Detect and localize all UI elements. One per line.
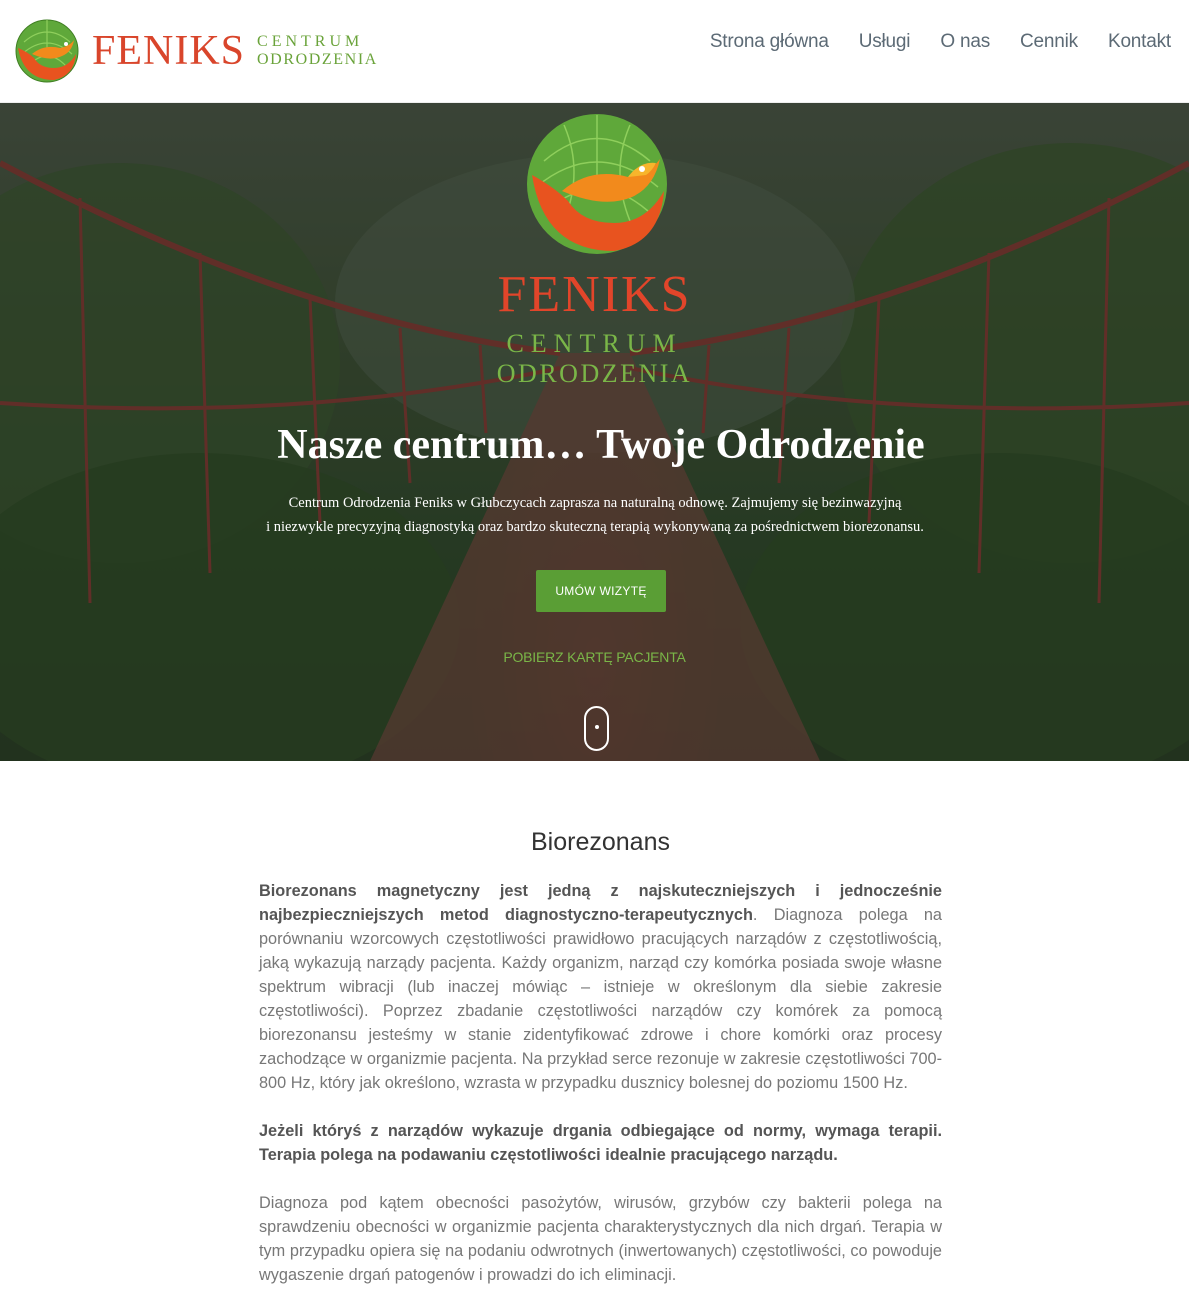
scroll-down-icon[interactable] xyxy=(584,706,609,751)
logo-subtitle-line2: ODRODZENIA xyxy=(257,51,378,68)
hero-description-line2: i niezwykle precyzyjną diagnostyką oraz … xyxy=(266,519,924,535)
hero-subtitle-line2: ODRODZENIA xyxy=(496,359,693,388)
scroll-dot xyxy=(595,725,599,729)
hero-subtitle-line1: CENTRUM xyxy=(506,329,683,358)
main-nav: Strona główna Usługi O nas Cennik Kontak… xyxy=(710,31,1171,53)
book-visit-button[interactable]: UMÓW WIZYTĘ xyxy=(536,570,666,612)
biorezonans-section: Biorezonans Biorezonans magnetyczny jest… xyxy=(259,828,942,1311)
logo-wordmark: FENIKS xyxy=(92,28,246,74)
phoenix-logo-icon xyxy=(15,19,79,83)
nav-item-pricing[interactable]: Cennik xyxy=(1020,31,1078,53)
logo-subtitle-line1: CENTRUM xyxy=(257,33,364,50)
hero-wordmark: FENIKS xyxy=(497,266,692,323)
section-heading: Biorezonans xyxy=(531,828,670,856)
nav-item-contact[interactable]: Kontakt xyxy=(1108,31,1171,53)
site-logo[interactable]: FENIKS CENTRUM ODRODZENIA xyxy=(14,18,378,84)
phoenix-emblem-icon xyxy=(527,114,667,254)
hero-description-line1: Centrum Odrodzenia Feniks w Głubczycach … xyxy=(288,495,902,511)
download-patient-card-link[interactable]: POBIERZ KARTĘ PACJENTA xyxy=(0,649,1189,665)
nav-item-services[interactable]: Usługi xyxy=(859,31,911,53)
nav-item-home[interactable]: Strona główna xyxy=(710,31,829,53)
nav-item-about[interactable]: O nas xyxy=(940,31,990,53)
site-header: FENIKS CENTRUM ODRODZENIA Strona główna … xyxy=(0,0,1189,103)
paragraph-intro: Biorezonans magnetyczny jest jedną z naj… xyxy=(259,879,942,1095)
hero-description: Centrum Odrodzenia Feniks w Głubczycach … xyxy=(240,491,950,539)
hero-section: FENIKS CENTRUM ODRODZENIA Nasze centrum…… xyxy=(0,103,1189,761)
paragraph-therapy: Jeżeli któryś z narządów wykazuje drgani… xyxy=(259,1119,942,1167)
paragraph-therapy-bold: Jeżeli któryś z narządów wykazuje drgani… xyxy=(259,1122,942,1164)
paragraph-pathogens: Diagnoza pod kątem obecności pasożytów, … xyxy=(259,1194,942,1284)
paragraph-intro-text: . Diagnoza polega na porównaniu wzorcowy… xyxy=(259,906,942,1092)
logo-subtitle: CENTRUM ODRODZENIA xyxy=(257,33,378,69)
hero-title: Nasze centrum… Twoje Odrodzenie xyxy=(277,422,925,468)
